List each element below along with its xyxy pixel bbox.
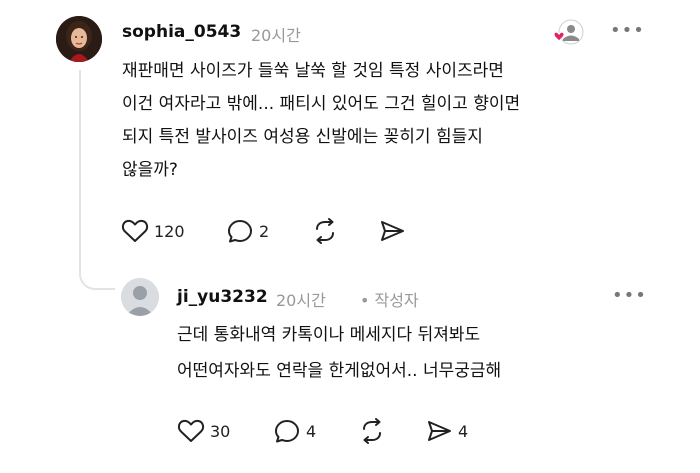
heart-icon	[121, 219, 149, 242]
post-body-line: 재판매면 사이즈가 들쑥 날쑥 할 것임 특정 사이즈라면	[122, 61, 504, 81]
post-body-line: 않을까?	[122, 160, 178, 180]
post-username[interactable]: sophia_0543	[122, 22, 241, 42]
comment-count: 2	[259, 221, 270, 241]
reply-share-count: 4	[458, 421, 469, 441]
reply-body-line: 어떤여자와도 연락을 한게없어서.. 너무궁금해	[177, 361, 502, 381]
post-timestamp: 20시간	[251, 26, 301, 45]
comment-button[interactable]: 2	[226, 218, 269, 244]
repost-button[interactable]	[311, 218, 339, 244]
reply-share-button[interactable]: 4	[425, 418, 468, 444]
repost-icon	[316, 218, 334, 244]
avatar-icon	[121, 278, 159, 316]
post-body-line: 되지 특전 발사이즈 여성용 신발에는 꽂히기 힘들지	[122, 127, 483, 147]
avatar-sophia[interactable]	[56, 16, 102, 62]
more-options-icon[interactable]: •••	[612, 285, 647, 306]
avatar-icon	[553, 19, 584, 45]
more-options-icon[interactable]: •••	[610, 20, 645, 41]
share-icon	[428, 421, 451, 441]
like-count: 120	[154, 221, 185, 241]
liked-by-profile-badge[interactable]	[552, 18, 586, 52]
reply-body-line: 근데 통화내역 카톡이나 메세지다 뒤져봐도	[177, 325, 481, 345]
avatar-ji-yu[interactable]	[121, 278, 159, 316]
repost-icon	[363, 418, 381, 444]
reply-body: 근데 통화내역 카톡이나 메세지다 뒤져봐도 어떤여자와도 연락을 한게없어서.…	[177, 317, 501, 389]
reply-timestamp: 20시간	[276, 291, 326, 310]
comment-icon	[275, 420, 299, 443]
like-button[interactable]: 120	[121, 218, 185, 244]
share-button[interactable]	[378, 218, 406, 244]
reply-like-count: 30	[210, 421, 231, 441]
reply-repost-button[interactable]	[358, 418, 386, 444]
reply-comment-count: 4	[306, 421, 317, 441]
share-icon	[381, 221, 404, 241]
profile-photo-icon	[56, 16, 102, 62]
heart-icon	[177, 419, 205, 442]
reply-username[interactable]: ji_yu3232	[177, 287, 268, 307]
reply-comment-button[interactable]: 4	[273, 418, 316, 444]
thread-connector-line	[79, 70, 115, 290]
post-body: 재판매면 사이즈가 들쑥 날쑥 할 것임 특정 사이즈라면 이건 여자라고 밖에…	[122, 55, 520, 187]
reply-like-button[interactable]: 30	[177, 418, 230, 444]
post-body-line: 이건 여자라고 밖에... 패티시 있어도 그건 힐이고 향이면	[122, 94, 521, 114]
author-tag: • 작성자	[360, 291, 419, 310]
comment-icon	[228, 220, 252, 243]
